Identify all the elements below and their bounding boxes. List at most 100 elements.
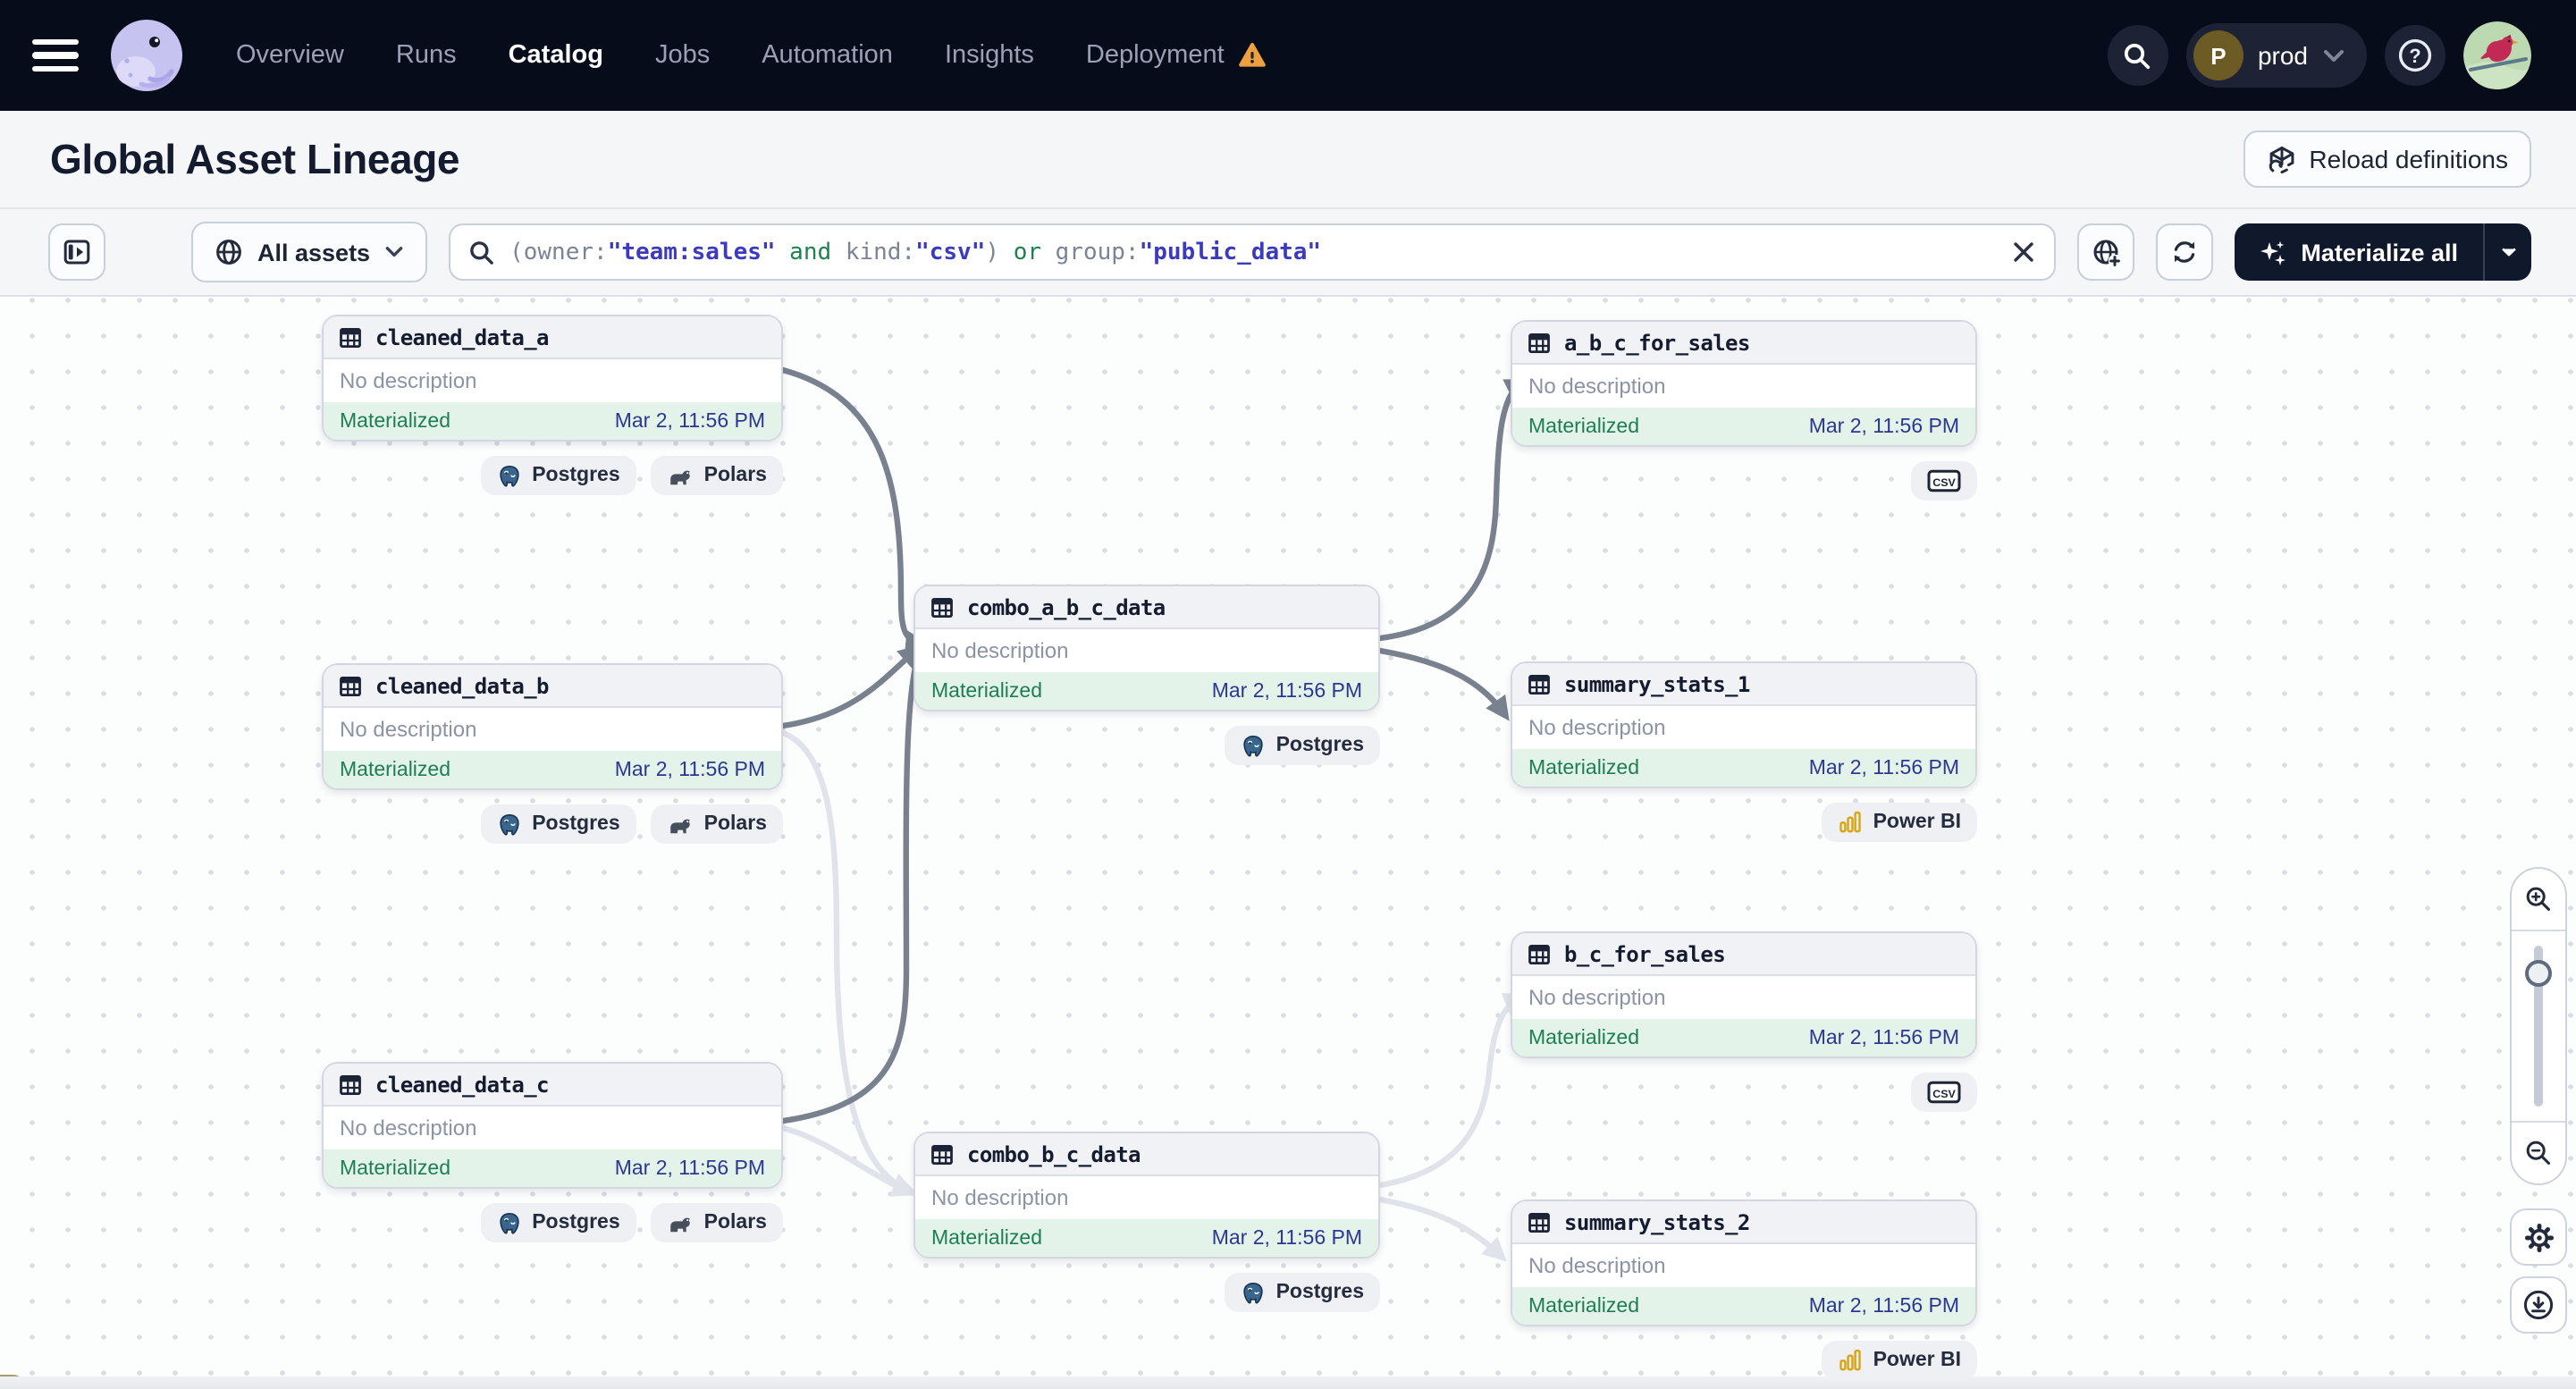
tag-power_bi[interactable]: Power BI bbox=[1821, 803, 1977, 842]
edge-combo_b_c_data-to-b_c_for_sales bbox=[1376, 992, 1528, 1189]
query-segment-string: "public_data" bbox=[1139, 239, 1322, 265]
help-button[interactable]: ? bbox=[2385, 25, 2446, 86]
asset-name: combo_a_b_c_data bbox=[967, 594, 1166, 619]
reload-definitions-button[interactable]: Reload definitions bbox=[2243, 130, 2531, 188]
materialize-options-button[interactable] bbox=[2483, 223, 2531, 281]
user-avatar[interactable] bbox=[2463, 21, 2531, 89]
tag-polars[interactable]: Polars bbox=[650, 1203, 783, 1242]
power_bi-icon bbox=[1838, 810, 1863, 835]
deployment-switcher[interactable]: P prod bbox=[2185, 23, 2367, 88]
tag-csv[interactable]: CSV bbox=[1911, 461, 1977, 501]
nav-item-overview[interactable]: Overview bbox=[236, 41, 344, 70]
menu-icon[interactable] bbox=[32, 39, 79, 72]
table-icon bbox=[930, 594, 955, 619]
clear-filter-button[interactable] bbox=[2011, 240, 2036, 265]
refresh-button[interactable] bbox=[2156, 223, 2214, 281]
chevron-down-icon bbox=[2498, 245, 2518, 259]
asset-status-row: Materialized Mar 2, 11:56 PM bbox=[1512, 1287, 1975, 1325]
query-segment-keyword: and bbox=[775, 239, 846, 265]
asset-description: No description bbox=[340, 368, 477, 393]
table-icon bbox=[1527, 1209, 1552, 1234]
app-window: Overview Runs Catalog Jobs Automation In… bbox=[0, 0, 2576, 1389]
query-segment-plain: group: bbox=[1055, 239, 1140, 265]
nav-item-automation[interactable]: Automation bbox=[762, 41, 893, 70]
asset-description: No description bbox=[340, 717, 477, 742]
lineage-canvas[interactable]: cleaned_data_a No description Materialized… bbox=[0, 297, 2576, 1389]
tag-csv[interactable]: CSV bbox=[1911, 1073, 1977, 1112]
deployment-initial-badge: P bbox=[2193, 30, 2243, 80]
zoom-in-icon bbox=[2524, 885, 2553, 913]
filter-query-text: (owner:"team:sales" and kind:"csv") or g… bbox=[509, 239, 1997, 265]
postgres-icon bbox=[496, 462, 521, 489]
asset-node-cleaned_data_c[interactable]: cleaned_data_c No description Materialized… bbox=[322, 1062, 783, 1189]
materialization-timestamp: Mar 2, 11:56 PM bbox=[1808, 1295, 1959, 1317]
download-graph-button[interactable] bbox=[2510, 1276, 2567, 1334]
open-panel-button[interactable] bbox=[48, 223, 105, 281]
graph-scope-button[interactable] bbox=[2077, 223, 2135, 281]
asset-node-header: summary_stats_2 bbox=[1512, 1201, 1975, 1244]
tag-label: Postgres bbox=[532, 813, 620, 835]
asset-status-row: Materialized Mar 2, 11:56 PM bbox=[915, 672, 1378, 710]
zoom-out-button[interactable] bbox=[2512, 1121, 2565, 1183]
asset-name: a_b_c_for_sales bbox=[1564, 330, 1750, 355]
edge-cleaned_data_a-to-combo_a_b_c_data bbox=[779, 366, 930, 654]
tag-polars[interactable]: Polars bbox=[650, 804, 783, 844]
search-button[interactable] bbox=[2107, 25, 2168, 86]
tag-postgres[interactable]: Postgres bbox=[480, 1203, 636, 1242]
asset-tags-a_b_c_for_sales: CSV bbox=[1511, 461, 1977, 501]
panel-expand-icon bbox=[63, 238, 91, 266]
asset-node-cleaned_data_a[interactable]: cleaned_data_a No description Materialized… bbox=[322, 315, 783, 442]
nav-item-label: Overview bbox=[236, 41, 344, 70]
asset-node-summary_stats_2[interactable]: summary_stats_2 No description Materialize… bbox=[1511, 1200, 1977, 1326]
nav-item-jobs[interactable]: Jobs bbox=[655, 41, 710, 70]
asset-node-summary_stats_1[interactable]: summary_stats_1 No description Materialize… bbox=[1511, 661, 1977, 788]
tag-label: Power BI bbox=[1873, 812, 1961, 833]
tag-postgres[interactable]: Postgres bbox=[1224, 1273, 1380, 1312]
tag-polars[interactable]: Polars bbox=[650, 456, 783, 495]
top-nav: Overview Runs Catalog Jobs Automation In… bbox=[0, 0, 2576, 111]
table-icon bbox=[338, 324, 363, 349]
asset-filter-input[interactable]: (owner:"team:sales" and kind:"csv") or g… bbox=[449, 223, 2057, 281]
lineage-toolbar: All assets (owner:"team:sales" and kind:… bbox=[0, 209, 2576, 297]
refresh-icon bbox=[2170, 238, 2199, 266]
asset-node-a_b_c_for_sales[interactable]: a_b_c_for_sales No description Materialize… bbox=[1511, 320, 1977, 447]
asset-node-combo_b_c_data[interactable]: combo_b_c_data No description Materialized… bbox=[913, 1132, 1380, 1259]
horizontal-scrollbar[interactable] bbox=[0, 1376, 2576, 1389]
nav-item-catalog[interactable]: Catalog bbox=[509, 41, 603, 70]
nav-item-runs[interactable]: Runs bbox=[396, 41, 457, 70]
materialization-timestamp: Mar 2, 11:56 PM bbox=[1808, 416, 1959, 437]
materialize-all-button[interactable]: Materialize all bbox=[2235, 223, 2483, 281]
zoom-slider[interactable] bbox=[2512, 931, 2565, 1121]
zoom-slider-thumb[interactable] bbox=[2525, 960, 2552, 987]
asset-node-header: a_b_c_for_sales bbox=[1512, 322, 1975, 365]
tag-postgres[interactable]: Postgres bbox=[1224, 726, 1380, 765]
tag-postgres[interactable]: Postgres bbox=[480, 456, 636, 495]
tag-power_bi[interactable]: Power BI bbox=[1821, 1341, 1977, 1380]
asset-node-combo_a_b_c_data[interactable]: combo_a_b_c_data No description Materializ… bbox=[913, 585, 1380, 711]
nav-item-deployment[interactable]: Deployment bbox=[1086, 41, 1267, 70]
materialized-badge: Materialized bbox=[1528, 1295, 1639, 1317]
asset-node-b_c_for_sales[interactable]: b_c_for_sales No description Materialized M… bbox=[1511, 931, 1977, 1058]
asset-description: No description bbox=[931, 1185, 1069, 1210]
table-icon bbox=[338, 1072, 363, 1097]
graph-settings-button[interactable] bbox=[2510, 1208, 2567, 1266]
zoom-in-button[interactable] bbox=[2512, 869, 2565, 931]
asset-tags-cleaned_data_a: Postgres Polars bbox=[322, 456, 783, 495]
asset-status-row: Materialized Mar 2, 11:56 PM bbox=[324, 1149, 781, 1187]
asset-node-header: cleaned_data_a bbox=[324, 316, 781, 359]
asset-scope-dropdown[interactable]: All assets bbox=[191, 222, 428, 282]
gear-icon bbox=[2523, 1222, 2554, 1252]
csv-icon: CSV bbox=[1927, 1080, 1961, 1105]
materialization-timestamp: Mar 2, 11:56 PM bbox=[1808, 757, 1959, 779]
dagster-logo-icon[interactable] bbox=[107, 16, 186, 95]
materialization-timestamp: Mar 2, 11:56 PM bbox=[614, 1158, 765, 1179]
asset-node-cleaned_data_b[interactable]: cleaned_data_b No description Materialized… bbox=[322, 663, 783, 790]
tag-postgres[interactable]: Postgres bbox=[480, 804, 636, 844]
deployment-name: prod bbox=[2257, 41, 2308, 70]
materialized-badge: Materialized bbox=[340, 759, 450, 780]
query-segment-string: "csv" bbox=[915, 239, 986, 265]
tag-label: Polars bbox=[703, 465, 767, 486]
nav-item-insights[interactable]: Insights bbox=[945, 41, 1034, 70]
asset-status-row: Materialized Mar 2, 11:56 PM bbox=[324, 751, 781, 788]
asset-tags-cleaned_data_c: Postgres Polars bbox=[322, 1203, 783, 1242]
